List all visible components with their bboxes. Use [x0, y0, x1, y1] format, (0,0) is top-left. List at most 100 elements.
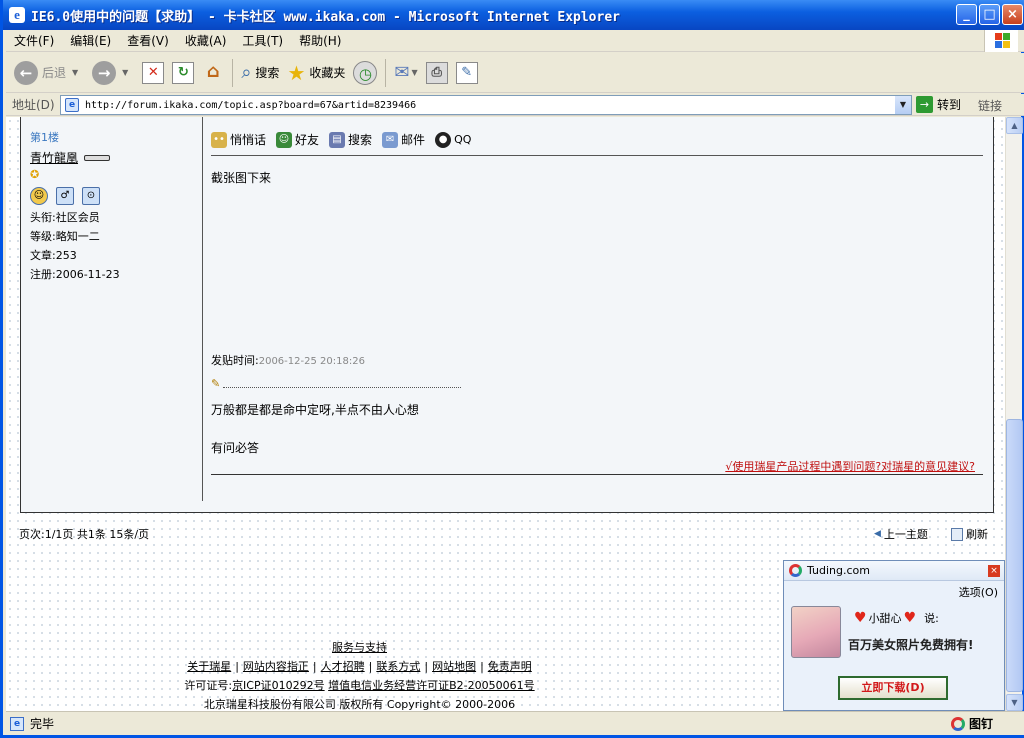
mail-dropdown-icon[interactable]: ▼: [411, 68, 417, 77]
divider: [211, 474, 983, 475]
email-button[interactable]: ✉ 邮件: [382, 131, 425, 148]
maximize-button[interactable]: □: [979, 4, 1000, 25]
back-button[interactable]: ← 后退 ▼: [14, 58, 78, 88]
window-title: IE6.0使用中的问题【求助】 - 卡卡社区 www.ikaka.com - M…: [31, 9, 620, 25]
action-label: 邮件: [401, 133, 426, 147]
menu-edit[interactable]: 编辑(E): [62, 32, 119, 49]
divider: [211, 155, 983, 156]
minimize-button[interactable]: _: [956, 4, 977, 25]
gender-male-icon: ♂: [56, 187, 74, 205]
popup-says: 说:: [924, 612, 939, 625]
triangle-left-icon: ◀: [874, 529, 881, 539]
popup-sender: 小甜心: [868, 612, 902, 625]
address-url[interactable]: http://forum.ikaka.com/topic.asp?board=6…: [85, 100, 416, 111]
username-link[interactable]: 青竹龍凰: [30, 149, 78, 166]
refresh-button[interactable]: ↻: [172, 58, 195, 88]
pencil-icon: ✎: [211, 377, 221, 390]
whisper-icon: ••: [211, 131, 227, 148]
signature-line-1: 万般都是都是命中定呀,半点不由人心想: [211, 403, 419, 417]
vertical-scrollbar[interactable]: ▲ ▼: [1005, 117, 1023, 711]
service-support-link[interactable]: 服务与支持: [332, 641, 387, 654]
star-icon: ★: [287, 60, 306, 85]
menu-favorites[interactable]: 收藏(A): [177, 32, 235, 49]
refresh-icon: ↻: [172, 61, 195, 84]
signature-line-2: 有问必答: [211, 441, 260, 455]
menu-tools[interactable]: 工具(T): [234, 32, 291, 49]
search-button[interactable]: ⌕ 搜索: [241, 58, 279, 88]
post-actions: •• 悄悄话 ☺ 好友 ▤ 搜索 ✉ 邮件 ● QQ: [211, 131, 481, 148]
contact-link[interactable]: 联系方式: [376, 660, 420, 673]
add-friend-button[interactable]: ☺ 好友: [276, 131, 319, 148]
stop-button[interactable]: ✕: [142, 58, 165, 88]
mail-button[interactable]: ✉ ▼: [394, 58, 417, 88]
menu-help[interactable]: 帮助(H): [291, 32, 349, 49]
mail-icon: ✉: [394, 62, 410, 83]
forward-dropdown-icon[interactable]: ▼: [122, 68, 128, 77]
user-title: 头衔:社区会员: [30, 211, 100, 224]
feedback-link[interactable]: √使用瑞星产品过程中遇到问题?对瑞星的意见建议?: [725, 458, 975, 474]
windows-logo-icon: [984, 30, 1018, 52]
post-time-value: 2006-12-25 20:18:26: [258, 356, 365, 367]
address-input[interactable]: e http://forum.ikaka.com/topic.asp?board…: [60, 95, 912, 115]
username-row: 青竹龍凰: [30, 149, 202, 166]
previous-topic-link[interactable]: ◀ 上一主题: [874, 526, 928, 542]
disclaimer-link[interactable]: 免责声明: [488, 660, 532, 673]
sign-badge-icon: ⊙: [82, 187, 100, 205]
search-doc-icon: ▤: [329, 131, 346, 148]
address-label: 地址(D): [12, 98, 55, 112]
tuding-brand[interactable]: 图钉: [951, 715, 993, 732]
scroll-up-icon[interactable]: ▲: [1006, 117, 1023, 134]
address-dropdown-icon[interactable]: ▼: [895, 96, 911, 114]
links-button[interactable]: 链接: [978, 97, 1002, 114]
icp-link[interactable]: 京ICP证010292号: [232, 679, 325, 692]
license-prefix: 许可证号:: [184, 679, 233, 692]
search-label: 搜索: [255, 66, 280, 80]
user-info-panel: 第1楼 青竹龍凰 ✪ ☺ ♂ ⊙ 头衔:社区会员 等级:略知一二 文章:253 …: [21, 117, 203, 501]
status-bar: e 完毕 图钉: [6, 711, 1024, 735]
close-button[interactable]: ×: [1002, 4, 1023, 25]
download-now-button[interactable]: 立即下载(D): [838, 676, 948, 700]
back-dropdown-icon[interactable]: ▼: [72, 68, 78, 77]
content-correction-link[interactable]: 网站内容指正: [243, 660, 309, 673]
go-label: 转到: [937, 98, 962, 112]
face-badge-icon: ☺: [30, 187, 48, 205]
popup-title-bar: Tuding.com ×: [784, 561, 1004, 581]
private-message-button[interactable]: •• 悄悄话: [211, 131, 266, 148]
edit-button[interactable]: ✎: [455, 58, 478, 88]
toolbar-separator: [232, 58, 234, 87]
refresh-page-icon: [951, 527, 963, 541]
print-button[interactable]: ⎙: [425, 58, 448, 88]
toolbar: ← 后退 ▼ → ▼ ✕ ↻ ⌂ ⌕ 搜索 ★ 收藏夹 ◷ ✉ ▼ ⎙ ✎: [6, 53, 1024, 93]
menu-file[interactable]: 文件(F): [6, 32, 62, 49]
search-user-button[interactable]: ▤ 搜索: [329, 131, 372, 148]
scroll-down-icon[interactable]: ▼: [1006, 694, 1023, 711]
qq-button[interactable]: ● QQ: [435, 131, 472, 148]
action-label: 悄悄话: [230, 133, 267, 147]
license-link[interactable]: 增值电信业务经营许可证B2-20050061号: [328, 679, 535, 692]
forward-button[interactable]: → ▼: [92, 58, 128, 88]
favorites-button[interactable]: ★ 收藏夹: [287, 58, 345, 88]
address-bar: 地址(D) e http://forum.ikaka.com/topic.asp…: [6, 94, 1024, 116]
title-bar[interactable]: e IE6.0使用中的问题【求助】 - 卡卡社区 www.ikaka.com -…: [3, 0, 1024, 30]
home-button[interactable]: ⌂: [202, 58, 224, 88]
badges: ☺ ♂ ⊙: [30, 187, 202, 205]
about-link[interactable]: 关于瑞星: [187, 660, 231, 673]
sitemap-link[interactable]: 网站地图: [432, 660, 476, 673]
menu-view[interactable]: 查看(V): [119, 32, 177, 49]
previous-topic-label: 上一主题: [883, 528, 928, 541]
printer-icon: ⎙: [425, 61, 448, 84]
toolbar-separator: [385, 58, 387, 87]
signature-divider: ✎: [211, 377, 461, 390]
refresh-link[interactable]: 刷新: [951, 526, 988, 542]
action-label: QQ: [454, 133, 472, 146]
go-button[interactable]: → 转到: [916, 96, 961, 113]
careers-link[interactable]: 人才招聘: [321, 660, 365, 673]
post-container: 第1楼 青竹龍凰 ✪ ☺ ♂ ⊙ 头衔:社区会员 等级:略知一二 文章:253 …: [20, 117, 994, 513]
tuding-popup[interactable]: Tuding.com × 选项(O) ♥ 小甜心 ♥ 说: 百万美女照片免费拥有…: [783, 560, 1005, 711]
popup-close-button[interactable]: ×: [988, 565, 1000, 577]
popup-options-button[interactable]: 选项(O): [959, 584, 998, 600]
footer-links: 关于瑞星 | 网站内容指正 | 人才招聘 | 联系方式 | 网站地图 | 免责声明: [187, 660, 532, 673]
scroll-thumb[interactable]: [1006, 419, 1023, 692]
history-button[interactable]: ◷: [353, 58, 378, 88]
page-content[interactable]: 第1楼 青竹龍凰 ✪ ☺ ♂ ⊙ 头衔:社区会员 等级:略知一二 文章:253 …: [6, 117, 1005, 711]
